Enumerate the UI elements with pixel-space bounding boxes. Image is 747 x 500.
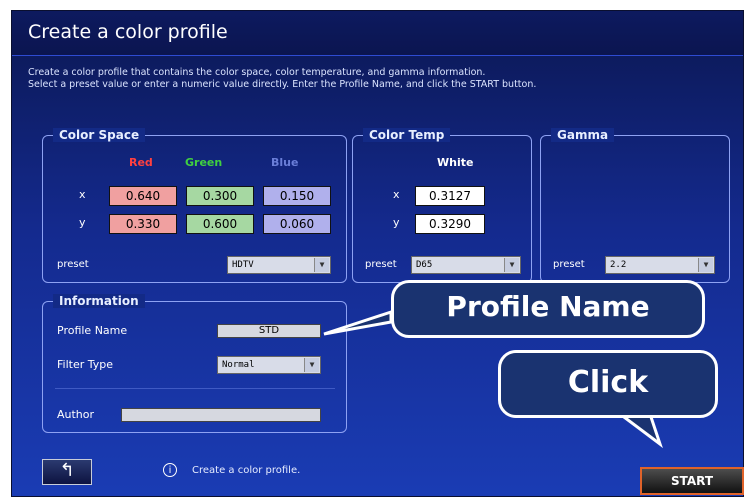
y-label: y [79,216,86,229]
gamma-preset-value: 2.2 [610,260,627,270]
window-title: Create a color profile [28,21,228,43]
color-space-preset-select[interactable]: HDTV ▼ [227,256,331,274]
chevron-down-icon[interactable]: ▼ [504,258,519,272]
profile-name-callout-text: Profile Name [446,290,650,323]
chevron-down-icon[interactable]: ▼ [698,258,713,272]
color-space-group: Color Space Red Green Blue x 0.640 0.300… [42,128,347,283]
profile-name-callout: Profile Name [391,280,705,338]
y-label: y [393,216,400,229]
filter-type-value: Normal [222,360,255,370]
color-profile-window: Create a color profile Create a color pr… [11,10,744,497]
y-blue-input[interactable]: 0.060 [263,214,331,234]
profile-name-label: Profile Name [57,324,128,337]
x-green-input[interactable]: 0.300 [186,186,254,206]
back-arrow-icon: ↰ [59,460,75,481]
start-button[interactable]: START [640,467,744,495]
color-temp-label: Color Temp [363,128,451,142]
author-label: Author [57,408,95,421]
x-red-input[interactable]: 0.640 [109,186,177,206]
color-space-preset-label: preset [57,259,89,270]
x-label: x [79,188,86,201]
white-x-input[interactable]: 0.3127 [415,186,485,206]
description: Create a color profile that contains the… [28,67,536,91]
description-line1: Create a color profile that contains the… [28,67,486,78]
gamma-label: Gamma [551,128,615,142]
color-space-label: Color Space [53,128,146,142]
filter-type-label: Filter Type [57,358,114,371]
chevron-down-icon[interactable]: ▼ [314,258,329,272]
information-group: Information Profile Name STD Filter Type… [42,294,347,433]
white-y-input[interactable]: 0.3290 [415,214,485,234]
blue-heading: Blue [271,156,299,169]
y-red-input[interactable]: 0.330 [109,214,177,234]
back-button[interactable]: ↰ [42,459,92,485]
profile-name-input[interactable]: STD [217,324,321,338]
green-heading: Green [185,156,223,169]
info-icon: i [163,463,177,477]
information-divider [55,388,335,389]
click-callout: Click [498,350,718,418]
chevron-down-icon[interactable]: ▼ [304,358,319,372]
description-line2: Select a preset value or enter a numeric… [28,79,537,90]
author-input[interactable] [121,408,321,422]
red-heading: Red [129,156,153,169]
gamma-group: Gamma preset 2.2 ▼ [540,128,730,283]
gamma-preset-select[interactable]: 2.2 ▼ [605,256,715,274]
x-blue-input[interactable]: 0.150 [263,186,331,206]
color-temp-preset-value: D65 [416,260,433,270]
x-label: x [393,188,400,201]
click-callout-text: Click [567,365,649,400]
white-heading: White [437,156,474,169]
color-temp-preset-label: preset [365,259,397,270]
color-temp-preset-select[interactable]: D65 ▼ [411,256,521,274]
title-bar: Create a color profile [12,11,743,56]
filter-type-select[interactable]: Normal ▼ [217,356,321,374]
information-label: Information [53,294,145,308]
status-text: Create a color profile. [192,465,301,476]
color-temp-group: Color Temp White x 0.3127 y 0.3290 prese… [352,128,532,283]
y-green-input[interactable]: 0.600 [186,214,254,234]
gamma-preset-label: preset [553,259,585,270]
color-space-preset-value: HDTV [232,260,254,270]
